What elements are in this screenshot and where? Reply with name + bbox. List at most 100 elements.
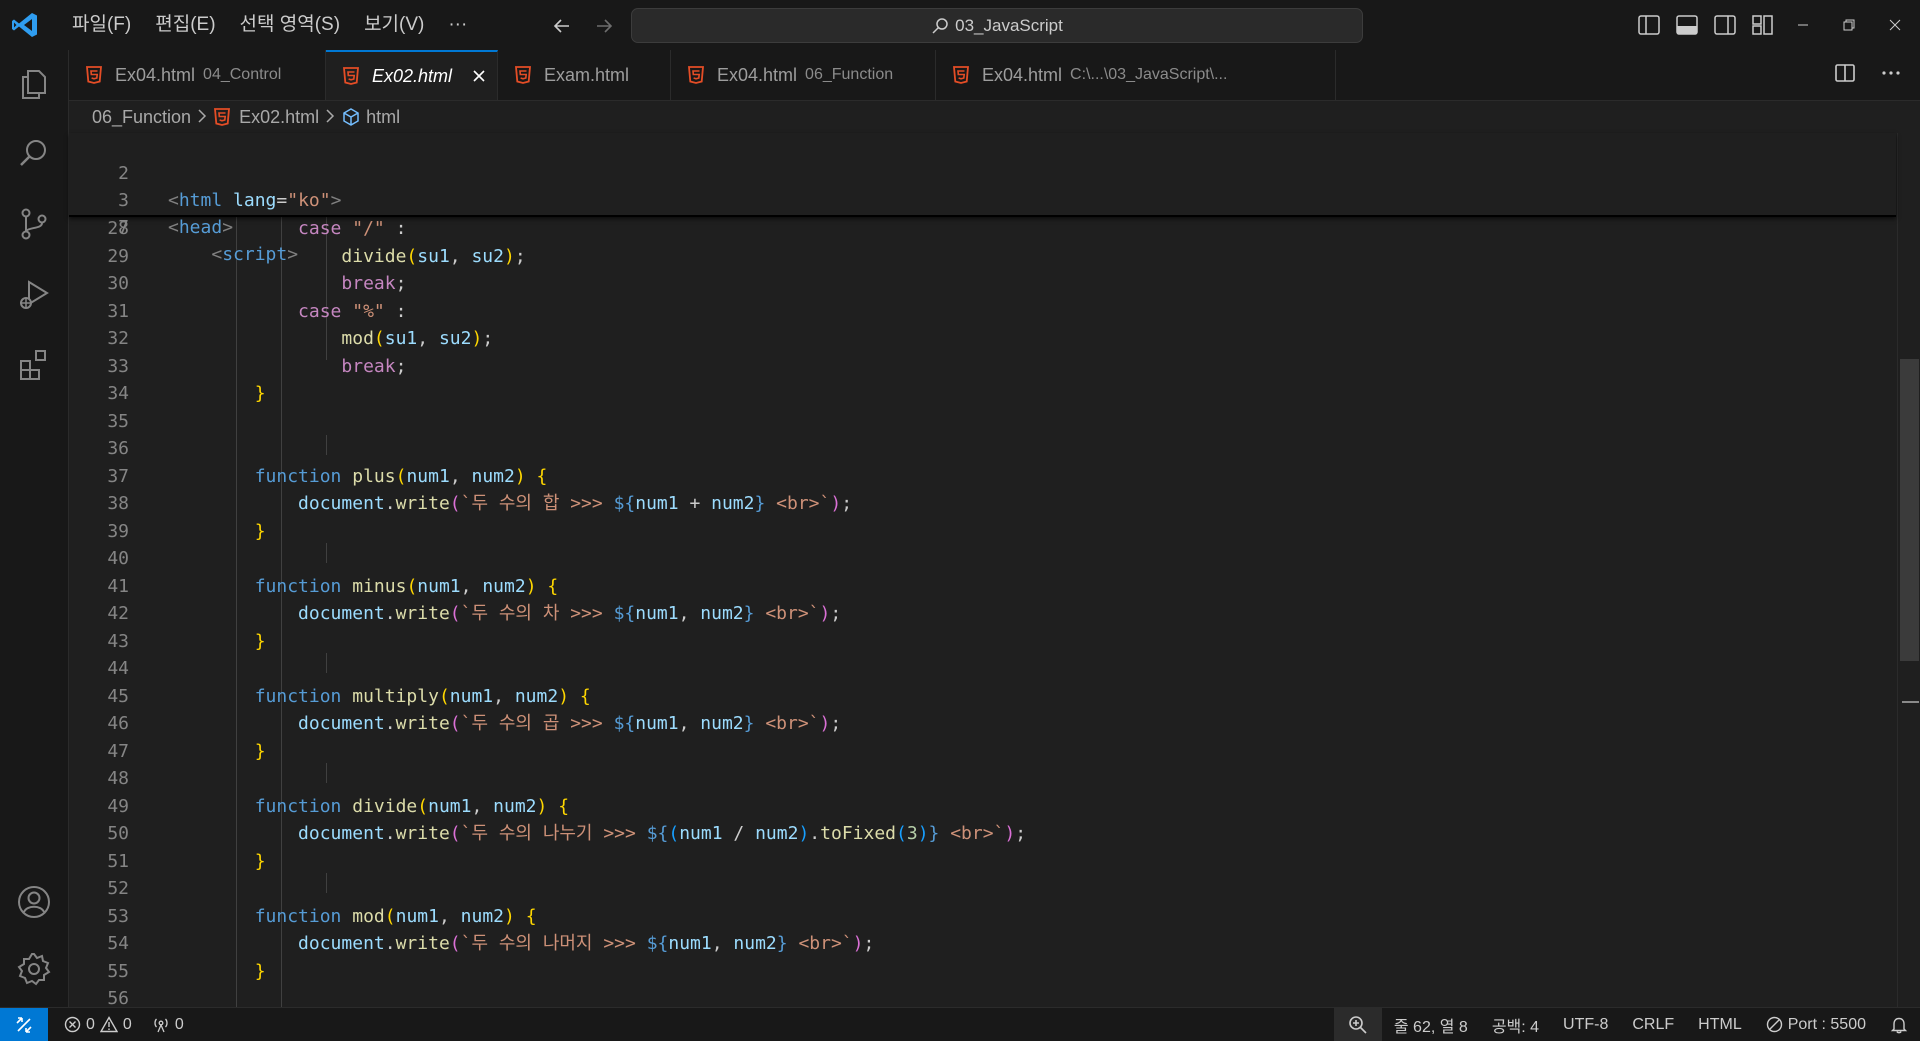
code-line[interactable]: 31 case "%" :	[69, 298, 1899, 325]
remote-indicator-icon[interactable]	[0, 1008, 48, 1041]
line-number: 48	[107, 768, 129, 789]
html5-file-icon	[953, 66, 969, 84]
scrollbar-thumb[interactable]	[1900, 359, 1919, 661]
error-icon	[64, 1016, 81, 1033]
menu-more[interactable]: ···	[436, 8, 479, 42]
code-line[interactable]: 54 document.write(`두 수의 나머지 >>> ${num1, …	[69, 930, 1899, 957]
line-number: 42	[107, 603, 129, 624]
code-line[interactable]: 28 case "/" :	[69, 215, 1899, 242]
status-bar: 0 0 0 줄 62, 열 8 공백: 4 UTF-8 CRLF HTML Po…	[0, 1007, 1920, 1041]
language-mode[interactable]: HTML	[1686, 1008, 1754, 1041]
line-number: 40	[107, 548, 129, 569]
code-line[interactable]: 32 mod(su1, su2);	[69, 325, 1899, 352]
code-text: document.write(`두 수의 나머지 >>> ${num1, num…	[298, 933, 875, 954]
code-line[interactable]: 47 }	[69, 738, 1899, 765]
code-line[interactable]: 33 break;	[69, 353, 1899, 380]
restore-icon[interactable]	[1826, 0, 1872, 50]
tab-ex04-control[interactable]: Ex04.html 04_Control	[69, 50, 326, 100]
tab-label: Ex02.html	[372, 65, 453, 86]
forward-arrow-icon[interactable]	[590, 12, 618, 40]
code-line[interactable]: 53 function mod(num1, num2) {	[69, 903, 1899, 930]
tab-ex04-javascript[interactable]: Ex04.html C:\...\03_JavaScript\...	[936, 50, 1336, 100]
code-line[interactable]: 51 }	[69, 848, 1899, 875]
menu-file[interactable]: 파일(F)	[60, 8, 143, 42]
tab-description: 04_Control	[203, 66, 282, 83]
code-line[interactable]: 55 }	[69, 958, 1899, 985]
menu-view[interactable]: 보기(V)	[352, 8, 436, 42]
encoding[interactable]: UTF-8	[1551, 1008, 1620, 1041]
code-line[interactable]: 35	[69, 408, 1899, 435]
editor-scrollbar[interactable]	[1897, 133, 1920, 1007]
line-number: 38	[107, 493, 129, 514]
tab-exam[interactable]: Exam.html	[498, 50, 671, 100]
menu-selection[interactable]: 선택 영역(S)	[228, 8, 353, 42]
settings-gear-icon[interactable]	[0, 937, 68, 1001]
toggle-primary-sidebar-icon[interactable]	[1636, 12, 1662, 38]
breadcrumb-symbol-label: html	[366, 106, 401, 127]
bell-icon[interactable]	[1878, 1008, 1920, 1041]
end-of-line[interactable]: CRLF	[1620, 1008, 1686, 1041]
tab-ex04-function[interactable]: Ex04.html 06_Function	[671, 50, 936, 100]
code-line[interactable]: 42 document.write(`두 수의 차 >>> ${num1, nu…	[69, 600, 1899, 627]
problems-indicator[interactable]: 0 0	[60, 1008, 136, 1041]
code-text: document.write(`두 수의 나누기 >>> ${(num1 / n…	[298, 823, 1027, 844]
code-text: mod(su1, su2);	[341, 328, 494, 349]
code-line[interactable]: 49 function divide(num1, num2) {	[69, 793, 1899, 820]
toggle-secondary-sidebar-icon[interactable]	[1712, 12, 1738, 38]
code-editor[interactable]: 2 <html lang="ko"> 3 <head> 7 <script> 2…	[69, 133, 1920, 1007]
split-editor-icon[interactable]	[1834, 62, 1856, 89]
tab-ex02-active[interactable]: Ex02.html	[326, 50, 498, 100]
code-line[interactable]: 30 break;	[69, 270, 1899, 297]
source-control-icon[interactable]	[0, 192, 68, 256]
code-line[interactable]: 44	[69, 655, 1899, 682]
code-line[interactable]: 39 }	[69, 518, 1899, 545]
code-line[interactable]: 46 document.write(`두 수의 곱 >>> ${num1, nu…	[69, 710, 1899, 737]
more-actions-icon[interactable]	[1880, 62, 1902, 89]
sticky-line[interactable]: 3 <head>	[69, 160, 1899, 238]
breadcrumb-symbol[interactable]: html	[341, 107, 400, 128]
zoom-icon[interactable]	[1333, 1008, 1382, 1041]
breadcrumb-file[interactable]: Ex02.html	[213, 107, 319, 128]
status-right: 줄 62, 열 8 공백: 4 UTF-8 CRLF HTML Port : 5…	[1333, 1008, 1920, 1041]
sticky-line[interactable]: 2 <html lang="ko">	[69, 133, 1899, 211]
circle-slash-icon	[1766, 1016, 1782, 1033]
code-line[interactable]: 37 function plus(num1, num2) {	[69, 463, 1899, 490]
run-debug-icon[interactable]	[0, 262, 68, 326]
code-line[interactable]: 36	[69, 435, 1899, 462]
live-server-port[interactable]: Port : 5500	[1754, 1008, 1878, 1041]
menu-bar: 파일(F) 편집(E) 선택 영역(S) 보기(V) ···	[60, 0, 479, 50]
indentation[interactable]: 공백: 4	[1480, 1008, 1551, 1041]
code-line[interactable]: 52	[69, 875, 1899, 902]
code-line[interactable]: 56	[69, 985, 1899, 1007]
minimize-icon[interactable]	[1780, 0, 1826, 50]
command-center-search[interactable]: 03_JavaScript	[631, 8, 1363, 43]
code-line[interactable]: 34 }	[69, 380, 1899, 407]
code-text: function multiply(num1, num2) {	[254, 685, 591, 707]
code-text: break;	[341, 273, 407, 294]
close-window-icon[interactable]	[1872, 0, 1918, 50]
code-line[interactable]: 38 document.write(`두 수의 합 >>> ${num1 + n…	[69, 490, 1899, 517]
breadcrumb-folder[interactable]: 06_Function	[92, 107, 191, 128]
cursor-position[interactable]: 줄 62, 열 8	[1382, 1008, 1480, 1041]
line-number: 32	[107, 328, 129, 349]
close-tab-icon[interactable]	[470, 67, 488, 85]
back-arrow-icon[interactable]	[548, 12, 576, 40]
search-view-icon[interactable]	[0, 122, 68, 186]
editor-actions	[1834, 62, 1902, 89]
code-line[interactable]: 41 function minus(num1, num2) {	[69, 573, 1899, 600]
sticky-line[interactable]: 7 <script>	[69, 187, 1899, 265]
line-number: 51	[107, 850, 129, 872]
code-line[interactable]: 40	[69, 545, 1899, 572]
ports-indicator[interactable]: 0	[142, 1008, 194, 1041]
menu-edit[interactable]: 편집(E)	[143, 8, 227, 42]
customize-layout-icon[interactable]	[1750, 12, 1776, 38]
accounts-icon[interactable]	[0, 870, 68, 934]
extensions-icon[interactable]	[0, 332, 68, 396]
code-line[interactable]: 45 function multiply(num1, num2) {	[69, 683, 1899, 710]
code-line[interactable]: 43 }	[69, 628, 1899, 655]
explorer-icon[interactable]	[0, 52, 68, 116]
code-line[interactable]: 29 divide(su1, su2);	[69, 243, 1899, 270]
toggle-panel-icon[interactable]	[1674, 12, 1700, 38]
code-line[interactable]: 50 document.write(`두 수의 나누기 >>> ${(num1 …	[69, 820, 1899, 847]
code-line[interactable]: 48	[69, 765, 1899, 792]
